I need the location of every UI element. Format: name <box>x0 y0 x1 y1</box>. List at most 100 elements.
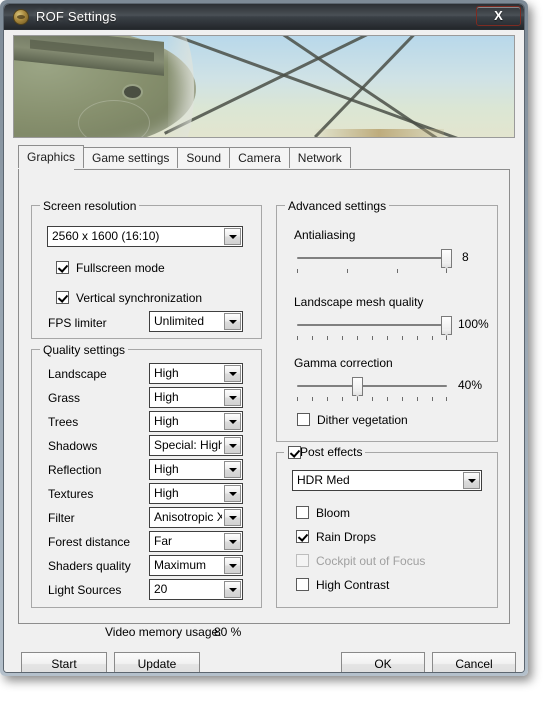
group-screen-resolution-label: Screen resolution <box>40 199 140 213</box>
chevron-down-icon[interactable] <box>224 413 241 430</box>
tab-game-settings[interactable]: Game settings <box>83 147 179 168</box>
fuel-port-icon <box>122 84 143 100</box>
chevron-down-icon[interactable] <box>224 228 241 245</box>
cancel-button[interactable]: Cancel <box>432 652 516 672</box>
quality-combo-textures[interactable]: High <box>149 483 243 504</box>
chevron-down-icon[interactable] <box>224 509 241 526</box>
quality-combo-reflection[interactable]: High <box>149 459 243 480</box>
quality-combo-grass[interactable]: High <box>149 387 243 408</box>
quality-label-trees: Trees <box>48 415 79 429</box>
quality-value-shadows: Special: High <box>154 438 222 452</box>
panel-ring <box>78 100 150 137</box>
tab-strip: Graphics Game settings Sound Camera Netw… <box>18 145 510 169</box>
window-inner: ROF Settings X Graphics Game settings So… <box>3 3 525 673</box>
horizon-ground <box>314 129 444 137</box>
slider-thumb[interactable] <box>441 316 452 335</box>
high-contrast-label: High Contrast <box>316 578 390 592</box>
chevron-down-icon[interactable] <box>224 533 241 550</box>
wire-4 <box>314 36 483 137</box>
banner-image <box>13 35 515 138</box>
quality-combo-forest-distance[interactable]: Far <box>149 531 243 552</box>
group-screen-resolution: Screen resolution 2560 x 1600 (16:10) Fu… <box>31 199 262 339</box>
quality-value-filter: Anisotropic X8 <box>154 510 222 524</box>
vsync-label: Vertical synchronization <box>76 291 203 305</box>
fullscreen-label: Fullscreen mode <box>76 261 165 275</box>
quality-label-textures: Textures <box>48 487 94 501</box>
antialiasing-slider[interactable] <box>297 248 452 278</box>
quality-value-landscape: High <box>154 366 179 380</box>
video-memory-label: Video memory usage: <box>105 625 222 639</box>
vsync-checkbox[interactable] <box>56 291 69 304</box>
high-contrast-checkbox[interactable] <box>296 578 309 591</box>
quality-value-shaders-quality: Maximum <box>154 558 207 572</box>
slider-ticks <box>297 336 447 341</box>
bloom-checkbox[interactable] <box>296 506 309 519</box>
landscape-mesh-value: 100% <box>458 317 489 331</box>
antialiasing-label: Antialiasing <box>294 228 356 242</box>
slider-ticks <box>297 269 447 274</box>
video-memory-value: 80 % <box>214 625 242 639</box>
start-button[interactable]: Start <box>21 652 107 672</box>
slider-ticks <box>297 397 447 402</box>
antialiasing-value: 8 <box>462 250 469 264</box>
post-effects-checkbox[interactable] <box>288 446 301 459</box>
title-bar[interactable]: ROF Settings X <box>4 4 524 30</box>
post-effects-mode-value: HDR Med <box>297 473 350 487</box>
quality-combo-light-sources[interactable]: 20 <box>149 579 243 600</box>
quality-label-forest-distance: Forest distance <box>48 535 131 549</box>
tab-camera[interactable]: Camera <box>229 147 290 168</box>
quality-value-light-sources: 20 <box>154 582 168 596</box>
chevron-down-icon[interactable] <box>224 581 241 598</box>
quality-combo-shaders-quality[interactable]: Maximum <box>149 555 243 576</box>
quality-combo-filter[interactable]: Anisotropic X8 <box>149 507 243 528</box>
close-button[interactable]: X <box>476 6 521 26</box>
gamma-slider[interactable] <box>297 376 447 406</box>
post-effects-mode-combo[interactable]: HDR Med <box>292 470 482 491</box>
chevron-down-icon[interactable] <box>224 485 241 502</box>
landscape-mesh-label: Landscape mesh quality <box>294 295 424 309</box>
quality-value-forest-distance: Far <box>154 534 172 548</box>
rain-drops-checkbox[interactable] <box>296 530 309 543</box>
chevron-down-icon[interactable] <box>224 313 241 330</box>
slider-thumb[interactable] <box>352 377 363 396</box>
quality-combo-trees[interactable]: High <box>149 411 243 432</box>
group-advanced-settings-label: Advanced settings <box>285 199 390 213</box>
ok-button[interactable]: OK <box>341 652 425 672</box>
gamma-value: 40% <box>458 378 483 392</box>
chevron-down-icon[interactable] <box>463 472 480 489</box>
tab-sound[interactable]: Sound <box>177 147 231 168</box>
settings-window: ROF Settings X Graphics Game settings So… <box>0 0 528 676</box>
app-roundel-icon <box>13 9 29 25</box>
tab-network[interactable]: Network <box>288 147 351 168</box>
quality-combo-landscape[interactable]: High <box>149 363 243 384</box>
group-quality-settings-label: Quality settings <box>40 343 129 357</box>
fullscreen-checkbox[interactable] <box>56 261 69 274</box>
dither-vegetation-label: Dither vegetation <box>317 413 408 427</box>
chevron-down-icon[interactable] <box>224 389 241 406</box>
quality-label-reflection: Reflection <box>48 463 102 477</box>
chevron-down-icon[interactable] <box>224 365 241 382</box>
tab-graphics[interactable]: Graphics <box>18 145 85 168</box>
fps-limiter-combo[interactable]: Unlimited <box>149 311 243 332</box>
chevron-down-icon[interactable] <box>224 437 241 454</box>
group-post-effects: Post effects HDR Med Bloom Rain Drops Co… <box>276 445 498 608</box>
quality-combo-shadows[interactable]: Special: High <box>149 435 243 456</box>
update-button[interactable]: Update <box>114 652 200 672</box>
slider-thumb[interactable] <box>441 249 452 268</box>
slider-track <box>297 385 447 387</box>
quality-value-trees: High <box>154 414 179 428</box>
rain-drops-label: Rain Drops <box>316 530 377 544</box>
chevron-down-icon[interactable] <box>224 461 241 478</box>
cockpit-out-of-focus-checkbox <box>296 554 309 567</box>
quality-label-landscape: Landscape <box>48 367 107 381</box>
group-advanced-settings: Advanced settings Antialiasing 8 Landsca… <box>276 199 498 442</box>
dither-vegetation-checkbox[interactable] <box>297 413 310 426</box>
wire-1 <box>162 36 514 137</box>
gamma-label: Gamma correction <box>294 356 393 370</box>
slider-track <box>297 324 447 326</box>
cockpit-out-of-focus-label: Cockpit out of Focus <box>316 554 426 568</box>
quality-label-shaders-quality: Shaders quality <box>48 559 131 573</box>
landscape-mesh-slider[interactable] <box>297 315 452 345</box>
resolution-combo[interactable]: 2560 x 1600 (16:10) <box>47 226 243 247</box>
chevron-down-icon[interactable] <box>224 557 241 574</box>
